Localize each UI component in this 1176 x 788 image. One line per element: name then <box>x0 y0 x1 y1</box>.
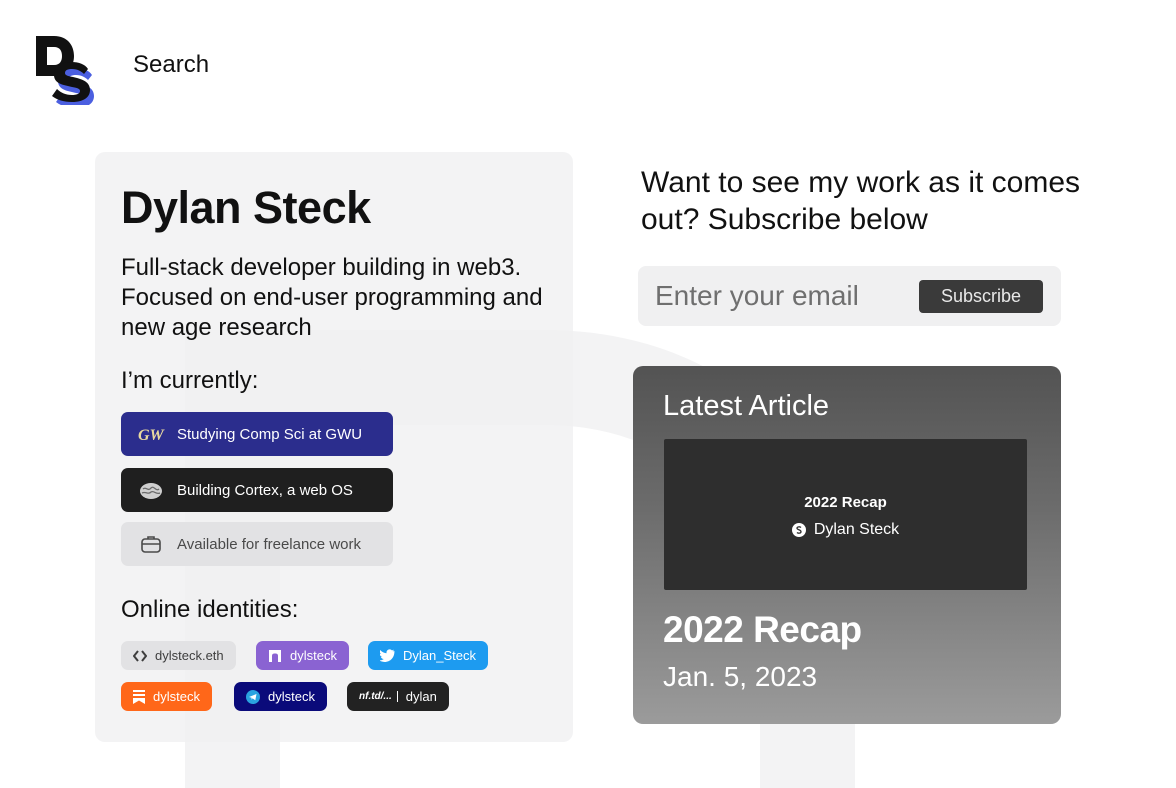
nftd-logo-icon: nf.td/... <box>359 691 398 702</box>
author-avatar-icon <box>791 523 806 537</box>
code-brackets-icon <box>133 649 147 662</box>
profile-bio: Full-stack developer building in web3. F… <box>121 254 543 341</box>
ds-logo-icon <box>36 36 94 108</box>
identity-nftd-label: dylan <box>405 689 437 704</box>
email-input[interactable] <box>655 275 905 317</box>
farcaster-arch-icon <box>268 649 282 663</box>
thumbnail-author-name: Dylan Steck <box>813 521 900 538</box>
identity-farcaster[interactable]: dylsteck <box>256 641 349 670</box>
gwu-logo-icon: GW <box>137 423 165 445</box>
subscribe-heading: Want to see my work as it comes out? Sub… <box>641 166 1081 236</box>
subscribe-button[interactable]: Subscribe <box>919 280 1043 313</box>
telegram-icon <box>246 689 260 704</box>
latest-article-card[interactable]: Latest Article 2022 Recap Dylan Steck 20… <box>633 366 1061 724</box>
identity-telegram-label: dylsteck <box>268 689 315 704</box>
identity-twitter[interactable]: Dylan_Steck <box>368 641 488 670</box>
profile-name: Dylan Steck <box>121 182 371 233</box>
article-date: Jan. 5, 2023 <box>663 661 818 692</box>
subscribe-form: Subscribe <box>638 266 1061 326</box>
search-link[interactable]: Search <box>133 51 209 79</box>
twitter-bird-icon <box>380 649 395 662</box>
thumbnail-title: 2022 Recap <box>804 494 887 511</box>
briefcase-icon <box>137 533 165 555</box>
profile-card: Dylan Steck Full-stack developer buildin… <box>95 152 573 742</box>
substack-icon <box>133 689 145 704</box>
identity-nftd[interactable]: nf.td/... dylan <box>347 682 449 711</box>
status-freelance-label: Available for freelance work <box>177 535 361 553</box>
identities-heading: Online identities: <box>121 596 299 623</box>
latest-article-label: Latest Article <box>663 390 830 422</box>
identity-substack-label: dylsteck <box>153 689 200 704</box>
ds-logo[interactable] <box>34 33 94 108</box>
nftd-logo-text: nf.td/... <box>359 691 392 702</box>
identity-telegram[interactable]: dylsteck <box>234 682 327 711</box>
status-cortex-label: Building Cortex, a web OS <box>177 481 353 499</box>
identity-ens[interactable]: dylsteck.eth <box>121 641 236 670</box>
status-freelance[interactable]: Available for freelance work <box>121 522 393 566</box>
thumbnail-author: Dylan Steck <box>664 521 1027 539</box>
article-thumbnail[interactable]: 2022 Recap Dylan Steck <box>664 439 1027 590</box>
article-title[interactable]: 2022 Recap <box>663 609 862 651</box>
cortex-brain-icon <box>137 479 165 501</box>
status-gwu[interactable]: GW Studying Comp Sci at GWU <box>121 412 393 456</box>
identity-ens-label: dylsteck.eth <box>155 648 224 663</box>
svg-text:GW: GW <box>138 427 165 443</box>
identity-substack[interactable]: dylsteck <box>121 682 212 711</box>
status-gwu-label: Studying Comp Sci at GWU <box>177 425 363 443</box>
identity-farcaster-label: dylsteck <box>290 648 337 663</box>
identity-twitter-label: Dylan_Steck <box>403 648 476 663</box>
currently-heading: I’m currently: <box>121 367 259 394</box>
status-cortex[interactable]: Building Cortex, a web OS <box>121 468 393 512</box>
